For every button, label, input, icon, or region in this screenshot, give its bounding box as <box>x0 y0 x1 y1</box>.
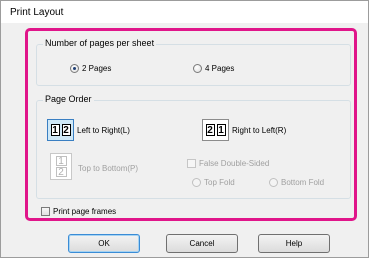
checkbox-box <box>41 207 50 216</box>
help-button[interactable]: Help <box>258 234 330 253</box>
page-digit: 2 <box>55 167 67 178</box>
pages-per-sheet-legend: Number of pages per sheet <box>43 38 157 48</box>
ok-button[interactable]: OK <box>68 234 140 253</box>
page-digit: 2 <box>61 124 71 136</box>
bottom-fold-label: Bottom Fold <box>281 178 325 187</box>
page-digit: 1 <box>216 124 226 136</box>
radio-4-pages-label: 4 Pages <box>205 64 235 73</box>
radio-2-pages[interactable]: 2 Pages <box>70 64 111 73</box>
page-digit: 2 <box>205 124 215 136</box>
radio-indicator <box>269 178 278 187</box>
false-double-sided-checkbox[interactable]: False Double-Sided <box>187 159 269 168</box>
cancel-button[interactable]: Cancel <box>166 234 238 253</box>
right-to-left-label[interactable]: Right to Left(R) <box>232 126 286 135</box>
left-to-right-label[interactable]: Left to Right(L) <box>77 126 130 135</box>
top-fold-label: Top Fold <box>204 178 235 187</box>
false-double-sided-label: False Double-Sided <box>199 159 270 168</box>
page-digit: 1 <box>55 156 67 167</box>
print-page-frames-checkbox[interactable]: Print page frames <box>41 207 116 216</box>
radio-indicator <box>193 64 202 73</box>
print-page-frames-label: Print page frames <box>53 207 117 216</box>
page-order-legend: Page Order <box>43 94 94 104</box>
radio-top-fold[interactable]: Top Fold <box>192 178 235 187</box>
top-to-bottom-tile[interactable]: 1 2 <box>50 153 72 180</box>
print-layout-dialog: Print Layout Number of pages per sheet 2… <box>0 0 369 258</box>
radio-4-pages[interactable]: 4 Pages <box>193 64 234 73</box>
dialog-title: Print Layout <box>10 7 64 18</box>
title-bar: Print Layout <box>1 1 368 23</box>
page-digit: 1 <box>50 124 60 136</box>
radio-bottom-fold[interactable]: Bottom Fold <box>269 178 324 187</box>
top-to-bottom-label[interactable]: Top to Bottom(P) <box>78 164 138 173</box>
radio-indicator <box>192 178 201 187</box>
radio-2-pages-label: 2 Pages <box>82 64 112 73</box>
left-to-right-tile[interactable]: 1 2 <box>47 119 74 141</box>
radio-indicator-checked <box>70 64 79 73</box>
right-to-left-tile[interactable]: 2 1 <box>202 119 229 141</box>
checkbox-box <box>187 159 196 168</box>
